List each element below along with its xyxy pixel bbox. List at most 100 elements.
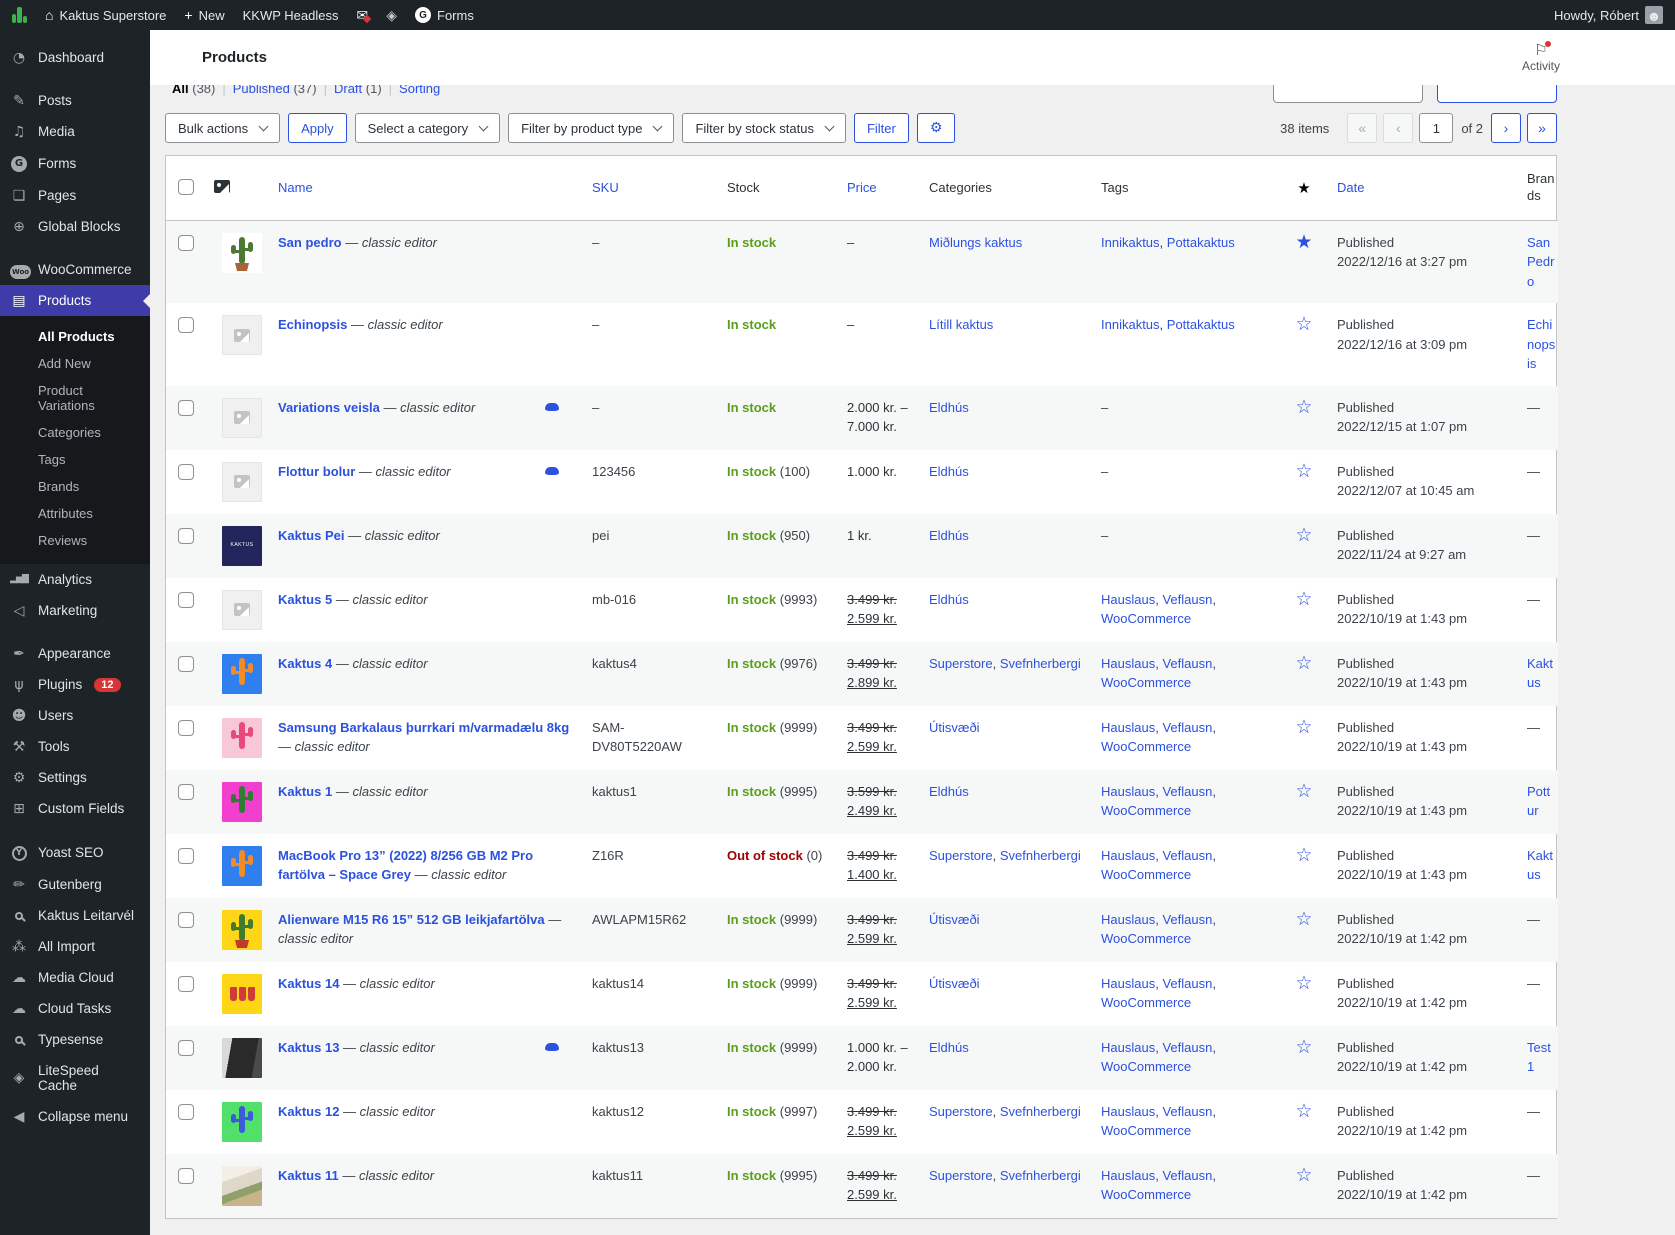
- featured-star[interactable]: ☆: [1295, 396, 1312, 418]
- sidebar-item-litespeed-cache[interactable]: ◈LiteSpeed Cache: [0, 1055, 150, 1101]
- activity-button[interactable]: ⚐ Activity: [1522, 43, 1560, 73]
- category-link[interactable]: Svefnherbergi: [1000, 848, 1081, 863]
- submenu-item-all-products[interactable]: All Products: [0, 323, 150, 350]
- tag-link[interactable]: Hauslaus: [1101, 1168, 1155, 1183]
- tag-link[interactable]: WooCommerce: [1101, 611, 1191, 626]
- sidebar-item-global-blocks[interactable]: ⊕Global Blocks: [0, 211, 150, 242]
- column-header-date[interactable]: Date: [1329, 156, 1523, 220]
- screen-settings-button[interactable]: ⚙: [917, 113, 956, 143]
- brand-link[interactable]: Echinopsis: [1527, 317, 1555, 371]
- sidebar-item-gutenberg[interactable]: ✏Gutenberg: [0, 869, 150, 900]
- column-header-name[interactable]: Name: [270, 156, 584, 220]
- sidebar-item-all-import[interactable]: ⁂All Import: [0, 931, 150, 962]
- sidebar-item-yoast-seo[interactable]: YYoast SEO: [0, 836, 150, 869]
- sidebar-item-users[interactable]: ☻Users: [0, 700, 150, 731]
- category-link[interactable]: Útisvæði: [929, 720, 980, 735]
- tag-link[interactable]: Veflausn: [1162, 1040, 1212, 1055]
- product-thumbnail[interactable]: [222, 233, 262, 273]
- category-link[interactable]: Superstore: [929, 656, 993, 671]
- tag-link[interactable]: Veflausn: [1162, 848, 1212, 863]
- tag-link[interactable]: Veflausn: [1162, 720, 1212, 735]
- sidebar-item-media[interactable]: ♫Media: [0, 116, 150, 147]
- product-thumbnail[interactable]: [222, 718, 262, 758]
- product-name-link[interactable]: San pedro: [278, 235, 342, 250]
- row-checkbox[interactable]: [178, 528, 194, 544]
- sidebar-item-appearance[interactable]: ✒Appearance: [0, 638, 150, 669]
- tag-link[interactable]: Veflausn: [1162, 592, 1212, 607]
- tag-link[interactable]: Hauslaus: [1101, 592, 1155, 607]
- featured-star[interactable]: ☆: [1295, 780, 1312, 802]
- submenu-item-tags[interactable]: Tags: [0, 446, 150, 473]
- submenu-item-reviews[interactable]: Reviews: [0, 527, 150, 554]
- submenu-item-attributes[interactable]: Attributes: [0, 500, 150, 527]
- featured-star[interactable]: ☆: [1295, 652, 1312, 674]
- category-link[interactable]: Miðlungs kaktus: [929, 235, 1022, 250]
- adminbar-secondary-site[interactable]: KKWP Headless: [243, 8, 339, 23]
- featured-star[interactable]: ☆: [1295, 588, 1312, 610]
- featured-star[interactable]: ★: [1295, 231, 1312, 253]
- current-page-input[interactable]: [1419, 113, 1453, 143]
- row-checkbox[interactable]: [178, 976, 194, 992]
- category-link[interactable]: Lítill kaktus: [929, 317, 993, 332]
- product-name-link[interactable]: Flottur bolur: [278, 464, 355, 479]
- brand-link[interactable]: Kaktus: [1527, 656, 1553, 691]
- tag-link[interactable]: WooCommerce: [1101, 739, 1191, 754]
- tag-link[interactable]: WooCommerce: [1101, 1123, 1191, 1138]
- adminbar-account[interactable]: Howdy, Róbert ☻: [1554, 6, 1663, 24]
- featured-star[interactable]: ☆: [1295, 1036, 1312, 1058]
- next-page-button[interactable]: ›: [1491, 113, 1521, 143]
- view-link-draft[interactable]: Draft (1): [334, 85, 382, 96]
- featured-star[interactable]: ☆: [1295, 972, 1312, 994]
- row-checkbox[interactable]: [178, 592, 194, 608]
- tag-link[interactable]: Hauslaus: [1101, 1104, 1155, 1119]
- product-thumbnail[interactable]: [222, 462, 262, 502]
- view-link-published[interactable]: Published (37): [233, 85, 317, 96]
- sidebar-item-custom-fields[interactable]: ⊞Custom Fields: [0, 793, 150, 824]
- filter-button[interactable]: Filter: [854, 113, 909, 143]
- sidebar-item-analytics[interactable]: ▂▅▇Analytics: [0, 564, 150, 595]
- product-name-link[interactable]: Echinopsis: [278, 317, 347, 332]
- sidebar-item-marketing[interactable]: ◁Marketing: [0, 595, 150, 626]
- product-thumbnail[interactable]: [222, 782, 262, 822]
- row-checkbox[interactable]: [178, 656, 194, 672]
- featured-star[interactable]: ☆: [1295, 908, 1312, 930]
- sidebar-item-forms[interactable]: GForms: [0, 147, 150, 180]
- sidebar-item-settings[interactable]: ⚙Settings: [0, 762, 150, 793]
- product-name-link[interactable]: Variations veisla: [278, 400, 380, 415]
- category-link[interactable]: Superstore: [929, 1104, 993, 1119]
- product-thumbnail[interactable]: [222, 654, 262, 694]
- sidebar-item-kaktus-leitarvel[interactable]: Kaktus Leitarvél: [0, 900, 150, 931]
- brand-link[interactable]: Test1: [1527, 1040, 1551, 1075]
- product-thumbnail[interactable]: [222, 1166, 262, 1206]
- tag-link[interactable]: Innikaktus: [1101, 235, 1160, 250]
- search-products-button[interactable]: [1437, 85, 1557, 103]
- litespeed-diamond-icon[interactable]: ◈: [386, 8, 397, 22]
- featured-star[interactable]: ☆: [1295, 460, 1312, 482]
- tag-link[interactable]: Hauslaus: [1101, 1040, 1155, 1055]
- search-input[interactable]: [1273, 85, 1423, 103]
- tag-link[interactable]: Veflausn: [1162, 656, 1212, 671]
- view-link-sorting[interactable]: Sorting: [399, 85, 440, 96]
- tag-link[interactable]: WooCommerce: [1101, 867, 1191, 882]
- category-link[interactable]: Eldhús: [929, 464, 969, 479]
- tag-link[interactable]: WooCommerce: [1101, 1059, 1191, 1074]
- stock-status-filter-select[interactable]: Filter by stock status: [682, 113, 845, 143]
- product-name-link[interactable]: Samsung Barkalaus þurrkari m/varmadælu 8…: [278, 720, 569, 735]
- row-checkbox[interactable]: [178, 400, 194, 416]
- site-logo-icon[interactable]: [12, 7, 27, 23]
- submenu-item-categories[interactable]: Categories: [0, 419, 150, 446]
- category-link[interactable]: Eldhús: [929, 784, 969, 799]
- adminbar-site-name[interactable]: ⌂ Kaktus Superstore: [45, 8, 166, 23]
- product-name-link[interactable]: Kaktus 11: [278, 1168, 339, 1183]
- product-name-link[interactable]: Kaktus Pei: [278, 528, 344, 543]
- row-checkbox[interactable]: [178, 1168, 194, 1184]
- adminbar-new-button[interactable]: + New: [184, 8, 224, 23]
- tag-link[interactable]: Pottakaktus: [1167, 235, 1235, 250]
- category-link[interactable]: Eldhús: [929, 400, 969, 415]
- row-checkbox[interactable]: [178, 912, 194, 928]
- product-name-link[interactable]: Kaktus 13: [278, 1040, 339, 1055]
- sidebar-item-pages[interactable]: ❏Pages: [0, 180, 150, 211]
- featured-star[interactable]: ☆: [1295, 1164, 1312, 1186]
- prev-page-button[interactable]: ‹: [1383, 113, 1413, 143]
- tag-link[interactable]: WooCommerce: [1101, 675, 1191, 690]
